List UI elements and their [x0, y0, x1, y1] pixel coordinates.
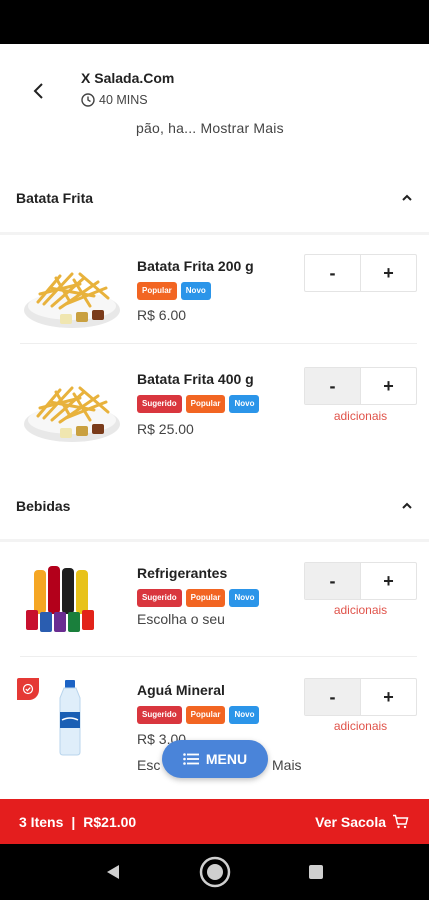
tag-novo: Novo [229, 395, 260, 413]
tag-popular: Popular [137, 282, 177, 300]
delivery-time-label: 40 MINS [99, 93, 148, 107]
view-bag-button[interactable]: Ver Sacola [315, 814, 409, 830]
tag-sugerido: Sugerido [137, 706, 182, 724]
increase-button[interactable]: + [361, 368, 416, 404]
back-button[interactable] [22, 74, 56, 108]
view-bag-label: Ver Sacola [315, 813, 386, 830]
store-description[interactable]: pão, ha... Mostrar Mais [136, 120, 284, 136]
increase-button[interactable]: + [361, 255, 416, 291]
product-subtitle-start: Esc [137, 757, 161, 773]
list-icon [183, 753, 199, 765]
product-name: Batata Frita 400 g [137, 371, 254, 387]
product-image-fries [24, 272, 120, 328]
addons-link[interactable]: adicionais [304, 603, 417, 617]
quantity-stepper[interactable]: - + [304, 254, 417, 292]
product-item[interactable]: Batata Frita 200 g Popular Novo R$ 6.00 … [0, 240, 429, 350]
quantity-stepper[interactable]: - + [304, 562, 417, 600]
tag-novo: Novo [229, 589, 260, 607]
section-title: Bebidas [16, 498, 71, 514]
decrease-button[interactable]: - [305, 679, 361, 715]
nav-home-icon[interactable] [199, 856, 231, 888]
tag-novo: Novo [180, 282, 211, 300]
status-bar [0, 0, 429, 44]
increase-button[interactable]: + [361, 679, 416, 715]
tag-sugerido: Sugerido [137, 589, 182, 607]
product-name: Aguá Mineral [137, 682, 225, 698]
product-tags: Popular Novo [137, 282, 211, 300]
chevron-up-icon[interactable] [401, 502, 413, 510]
addons-link[interactable]: adicionais [304, 409, 417, 423]
product-item[interactable]: Batata Frita 400 g Sugerido Popular Novo… [0, 352, 429, 462]
product-tags: Sugerido Popular Novo [137, 395, 260, 413]
cart-separator: | [71, 813, 76, 830]
menu-button-label: MENU [205, 751, 248, 767]
section-title: Batata Frita [16, 190, 94, 206]
nav-recents-icon[interactable] [308, 864, 324, 880]
increase-button[interactable]: + [361, 563, 416, 599]
product-tags: Sugerido Popular Novo [137, 589, 260, 607]
clock-icon [81, 93, 95, 107]
addons-link[interactable]: adicionais [304, 719, 417, 733]
product-price: R$ 6.00 [137, 307, 187, 323]
section-divider [0, 539, 429, 542]
tag-popular: Popular [185, 706, 226, 724]
product-subtitle: Escolha o seu [137, 611, 225, 627]
product-name: Batata Frita 200 g [137, 258, 254, 274]
tag-popular: Popular [185, 589, 226, 607]
quantity-stepper[interactable]: - + [304, 367, 417, 405]
product-image-fries [24, 386, 120, 442]
product-tags: Sugerido Popular Novo [137, 706, 260, 724]
delivery-time: 40 MINS [81, 93, 148, 107]
cart-count: 3 Itens [19, 813, 64, 830]
row-divider [20, 656, 417, 657]
product-name: Refrigerantes [137, 565, 228, 581]
product-image-water-bottle [59, 680, 81, 756]
product-price: R$ 25.00 [137, 421, 194, 437]
cart-total: R$21.00 [83, 813, 137, 830]
decrease-button[interactable]: - [305, 563, 361, 599]
product-image-soft-drinks [26, 566, 94, 632]
product-subtitle-end: Mais [272, 757, 302, 773]
nav-back-icon[interactable] [104, 863, 122, 881]
product-item[interactable]: Refrigerantes Sugerido Popular Novo Esco… [0, 548, 429, 658]
cart-summary: 3 Itens | R$21.00 [19, 814, 136, 830]
arrow-left-icon [33, 83, 43, 99]
tag-popular: Popular [185, 395, 226, 413]
app-header: X Salada.Com 40 MINS [0, 44, 429, 120]
section-header-batata-frita[interactable]: Batata Frita [0, 176, 429, 220]
menu-button[interactable]: MENU [162, 740, 268, 778]
section-divider [0, 232, 429, 235]
row-divider [20, 343, 417, 344]
tag-novo: Novo [229, 706, 260, 724]
chevron-up-icon[interactable] [401, 194, 413, 202]
tag-sugerido: Sugerido [137, 395, 182, 413]
store-name: X Salada.Com [81, 70, 175, 86]
decrease-button[interactable]: - [305, 255, 361, 291]
cart-icon [393, 814, 409, 829]
section-header-bebidas[interactable]: Bebidas [0, 484, 429, 528]
quantity-stepper[interactable]: - + [304, 678, 417, 716]
system-navigation-bar [0, 844, 429, 900]
cart-bar[interactable]: 3 Itens | R$21.00 Ver Sacola [0, 799, 429, 844]
decrease-button[interactable]: - [305, 368, 361, 404]
